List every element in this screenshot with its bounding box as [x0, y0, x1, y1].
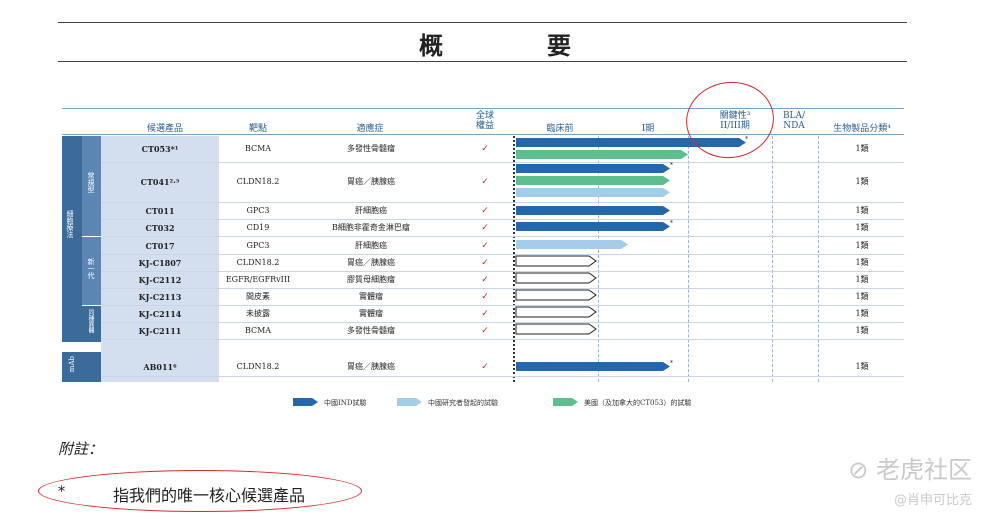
bar-outline-0 — [515, 255, 597, 267]
bar-ct011-ind — [516, 206, 670, 215]
legend-us: 美國（及加拿大的CT053）的試驗 — [584, 399, 692, 407]
bar-outline-3 — [515, 306, 597, 318]
watermark-user: @肖申可比克 — [893, 493, 972, 508]
annotation-oval-note — [38, 470, 362, 512]
bar-ct053-us — [516, 150, 688, 159]
pipeline-bars: **** — [515, 136, 748, 371]
bar-ct032-ind — [516, 222, 670, 231]
watermark-logo-icon: ⊘ — [848, 456, 876, 484]
bar-ct041-iit — [516, 188, 670, 197]
legend-iit: 中國研究者發起的試驗 — [428, 399, 498, 407]
bar-outline-4 — [515, 323, 597, 335]
bar-footnote-star: * — [670, 360, 673, 367]
watermark-brand: ⊘ 老虎社区 — [848, 450, 972, 485]
bar-ct017-iit — [516, 240, 628, 249]
notes-heading: 附註： — [58, 440, 104, 458]
bar-outline-2 — [515, 289, 597, 301]
legend-ind: 中國IND試驗 — [324, 399, 367, 407]
bar-ct041-ind — [516, 164, 670, 173]
bar-ab011-ind — [516, 362, 670, 371]
bar-footnote-star: * — [670, 220, 673, 227]
bar-ct041-us — [516, 176, 670, 185]
watermark-brand-text: 老虎社区 — [876, 456, 972, 484]
bar-outline-1 — [515, 272, 597, 284]
bar-footnote-star: * — [670, 162, 673, 169]
